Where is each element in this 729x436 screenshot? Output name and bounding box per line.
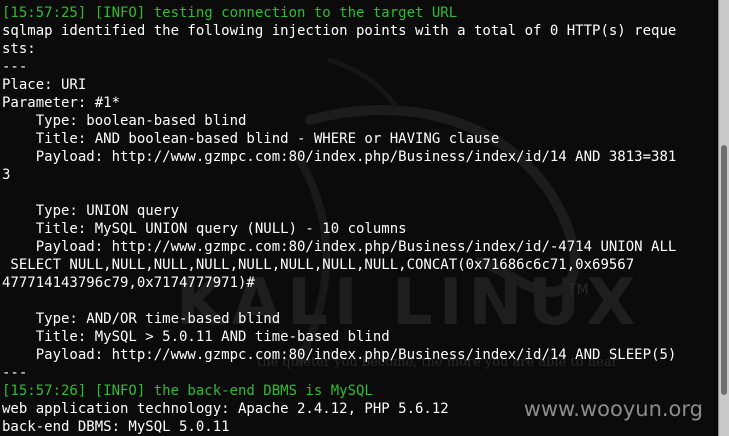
terminal-line: 477714143796c79,0x7174777971)# — [2, 275, 255, 291]
terminal-line: Type: boolean-based blind — [2, 113, 247, 129]
scrollbar-thumb[interactable] — [721, 145, 727, 395]
terminal-line: --- — [2, 59, 28, 75]
terminal-output: [15:57:25] [INFO] testing connection to … — [2, 4, 676, 436]
terminal-line: Title: MySQL > 5.0.11 AND time-based bli… — [2, 329, 390, 345]
terminal-line: SELECT NULL,NULL,NULL,NULL,NULL,NULL,NUL… — [2, 257, 635, 273]
terminal-line: 3 — [2, 167, 11, 183]
terminal-line: Payload: http://www.gzmpc.com:80/index.p… — [2, 347, 677, 363]
terminal-line: Payload: http://www.gzmpc.com:80/index.p… — [2, 149, 677, 165]
terminal-line: Type: UNION query — [2, 203, 180, 219]
terminal-line: Title: AND boolean-based blind - WHERE o… — [2, 131, 500, 147]
terminal-line: --- — [2, 365, 28, 381]
terminal-line: sts: — [2, 41, 36, 57]
terminal-line: [15:57:25] [INFO] testing connection to … — [2, 5, 458, 21]
terminal-line: Place: URI — [2, 77, 87, 93]
terminal-window[interactable]: KALI LINUX TM the quieter you become, th… — [0, 0, 719, 436]
terminal-line: Parameter: #1* — [2, 95, 121, 111]
terminal-line: Type: AND/OR time-based blind — [2, 311, 281, 327]
watermark: www.wooyun.org — [523, 397, 703, 421]
terminal-line: Payload: http://www.gzmpc.com:80/index.p… — [2, 239, 677, 255]
vertical-scrollbar[interactable] — [718, 0, 729, 436]
terminal-line: Title: MySQL UNION query (NULL) - 10 col… — [2, 221, 407, 237]
terminal-line: sqlmap identified the following injectio… — [2, 23, 677, 39]
